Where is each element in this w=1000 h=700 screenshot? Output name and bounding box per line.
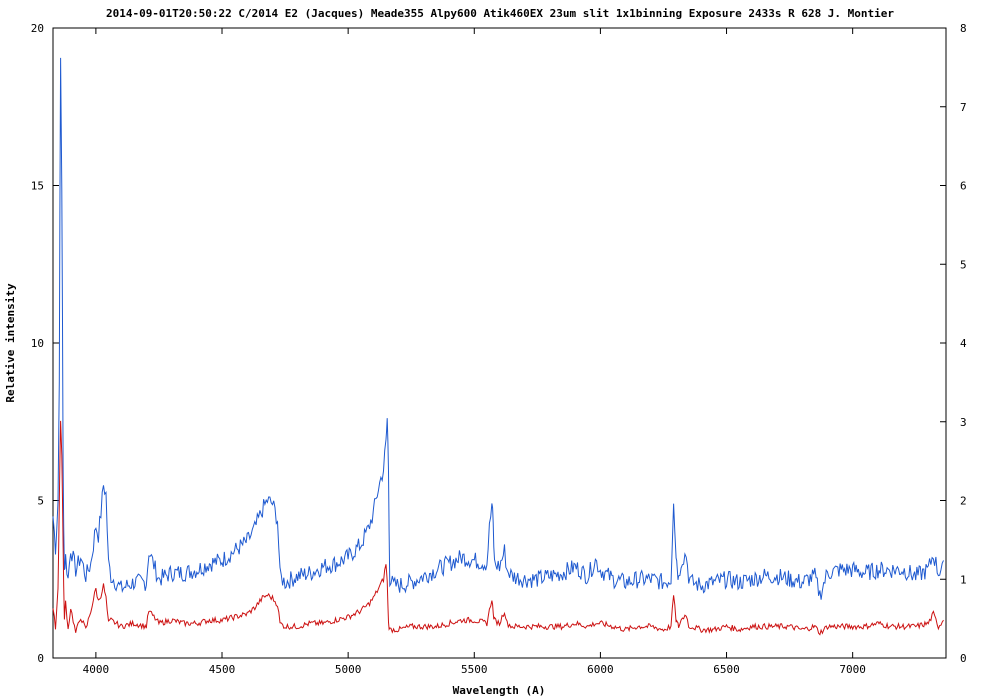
- x-tick-label: 5500: [461, 663, 488, 676]
- x-tick-label: 4500: [209, 663, 236, 676]
- x-tick-label: 6000: [587, 663, 614, 676]
- y-tick-label: 5: [37, 495, 44, 508]
- series-red-line: [52, 420, 944, 636]
- y2-tick-label: 2: [960, 495, 967, 508]
- y-tick-label: 20: [31, 22, 44, 35]
- plot-frame: [52, 27, 947, 659]
- x-tick-label: 5000: [335, 663, 362, 676]
- y-tick-label: 15: [31, 180, 44, 193]
- x-tick-label: 7000: [839, 663, 866, 676]
- series-blue-line: [52, 57, 944, 600]
- x-tick-label: 6500: [713, 663, 740, 676]
- series-layer: [52, 57, 944, 636]
- y2-tick-label: 7: [960, 101, 967, 114]
- y-axis-label: Relative intensity: [4, 283, 17, 403]
- chart-title: 2014-09-01T20:50:22 C/2014 E2 (Jacques) …: [106, 7, 894, 20]
- y-tick-label: 10: [31, 337, 44, 350]
- y2-tick-label: 5: [960, 258, 967, 271]
- y2-tick-label: 6: [960, 180, 967, 193]
- spectrum-chart: 2014-09-01T20:50:22 C/2014 E2 (Jacques) …: [4, 7, 967, 697]
- x-axis-label: Wavelength (A): [453, 684, 546, 697]
- x-tick-label: 4000: [83, 663, 110, 676]
- y2-tick-label: 3: [960, 416, 967, 429]
- y-tick-label: 0: [37, 652, 44, 665]
- y-axis-right: 0 1 2 3 4 5 6 7 8: [940, 22, 967, 665]
- y2-tick-label: 4: [960, 337, 967, 350]
- y-axis-left: 0 5 10 15 20: [31, 22, 59, 665]
- plot-border: [52, 27, 947, 659]
- y2-tick-label: 1: [960, 573, 967, 586]
- y2-tick-label: 0: [960, 652, 967, 665]
- y2-tick-label: 8: [960, 22, 967, 35]
